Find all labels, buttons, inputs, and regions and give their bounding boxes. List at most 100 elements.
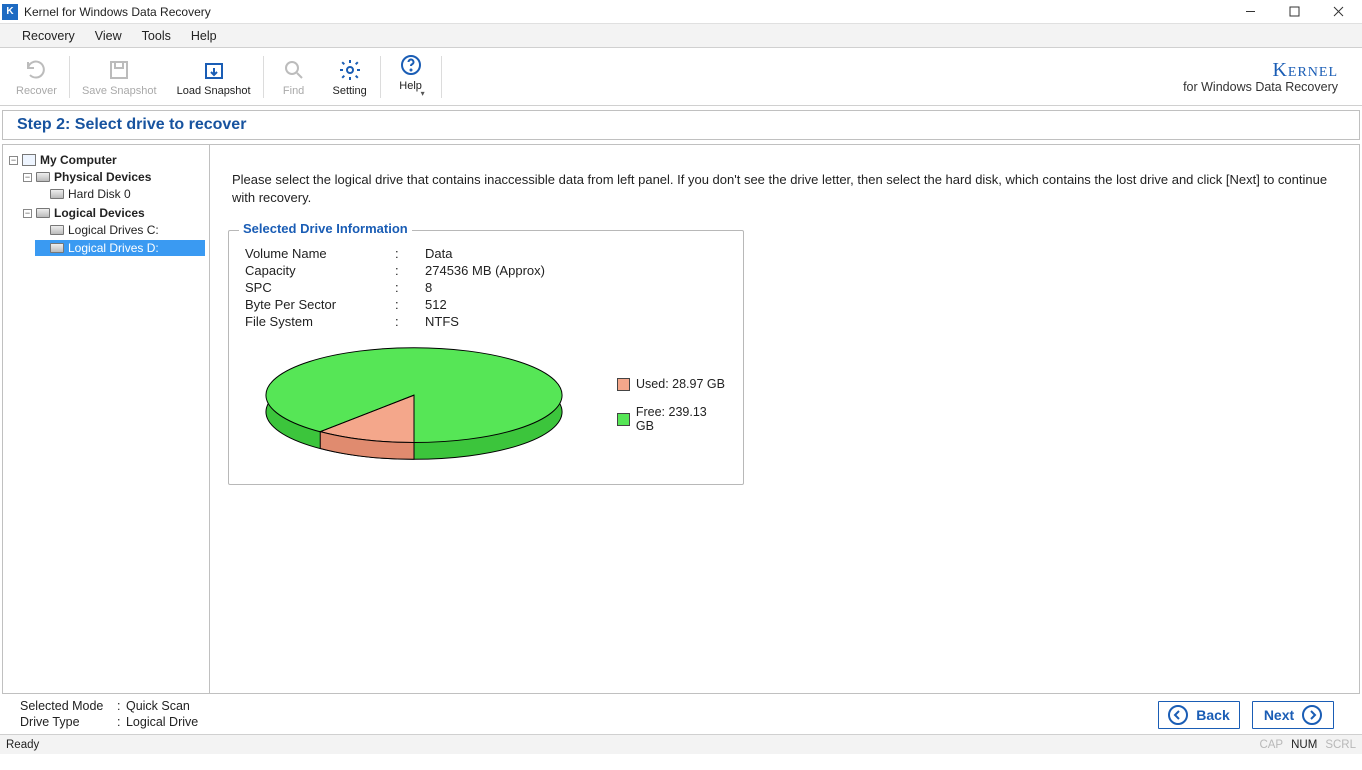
tree-logical-devices[interactable]: − Logical Devices <box>21 205 205 221</box>
recover-button: Recover <box>6 50 67 104</box>
drive-type-label: Drive Type <box>20 715 115 731</box>
legend-swatch-used <box>617 378 630 391</box>
collapse-icon[interactable]: − <box>9 156 18 165</box>
drive-icon <box>36 172 50 182</box>
info-row: SPC:8 <box>245 279 727 296</box>
tree-my-computer[interactable]: − My Computer <box>7 152 205 168</box>
info-value: Data <box>425 246 452 261</box>
arrow-left-icon <box>1168 705 1188 725</box>
pie-chart <box>261 340 567 470</box>
brand-name: Kernel <box>1183 59 1338 81</box>
gear-icon <box>337 57 363 83</box>
info-key: Byte Per Sector <box>245 297 395 312</box>
tree-item-label: Logical Drives C: <box>68 223 159 237</box>
next-button[interactable]: Next <box>1252 701 1334 729</box>
load-snapshot-button[interactable]: Load Snapshot <box>167 50 261 104</box>
info-row: File System:NTFS <box>245 313 727 330</box>
drive-icon <box>50 243 64 253</box>
legend-swatch-free <box>617 413 630 426</box>
menu-tools[interactable]: Tools <box>132 29 181 43</box>
computer-icon <box>22 154 36 166</box>
menu-recovery[interactable]: Recovery <box>12 29 85 43</box>
find-label: Find <box>283 85 304 97</box>
main-area: − My Computer − Physical Devices <box>2 144 1360 694</box>
step-title: Step 2: Select drive to recover <box>17 116 246 134</box>
info-key: File System <box>245 314 395 329</box>
pie-chart-area: Used: 28.97 GB Free: 239.13 GB <box>245 340 727 470</box>
search-icon <box>281 57 307 83</box>
tree-physical-label: Physical Devices <box>54 170 151 184</box>
chevron-down-icon[interactable]: ▾ <box>421 89 425 98</box>
help-button[interactable]: Help ▾ <box>383 50 439 104</box>
back-button[interactable]: Back <box>1158 701 1240 729</box>
mode-value: Quick Scan <box>126 699 190 713</box>
status-scrl: SCRL <box>1325 739 1356 751</box>
setting-label: Setting <box>332 85 366 97</box>
legend-free-label: Free: 239.13 GB <box>636 405 727 433</box>
legend-free: Free: 239.13 GB <box>617 405 727 433</box>
setting-button[interactable]: Setting <box>322 50 378 104</box>
help-icon <box>398 52 424 78</box>
save-icon <box>106 57 132 83</box>
info-row: Byte Per Sector:512 <box>245 296 727 313</box>
collapse-icon[interactable]: − <box>23 173 32 182</box>
maximize-button[interactable] <box>1272 0 1316 24</box>
legend-used: Used: 28.97 GB <box>617 377 727 391</box>
arrow-right-icon <box>1302 705 1322 725</box>
title-bar: K Kernel for Windows Data Recovery <box>0 0 1362 24</box>
menu-view[interactable]: View <box>85 29 132 43</box>
brand-subtitle: for Windows Data Recovery <box>1183 81 1338 95</box>
tree-root-label: My Computer <box>40 153 117 167</box>
next-label: Next <box>1264 707 1294 723</box>
tree-logical-d[interactable]: Logical Drives D: <box>35 240 205 256</box>
tree-physical-devices[interactable]: − Physical Devices <box>21 169 205 185</box>
status-bar: Ready CAP NUM SCRL <box>0 734 1362 754</box>
close-button[interactable] <box>1316 0 1360 24</box>
group-legend: Selected Drive Information <box>239 221 412 236</box>
undo-icon <box>23 57 49 83</box>
drive-info-group: Selected Drive Information Volume Name:D… <box>228 230 744 485</box>
mode-label: Selected Mode <box>20 699 115 715</box>
summary-bar: Selected Mode: Quick Scan Drive Type: Lo… <box>0 694 1362 734</box>
step-header: Step 2: Select drive to recover <box>2 110 1360 140</box>
tree-logical-label: Logical Devices <box>54 206 145 220</box>
tree-logical-c[interactable]: Logical Drives C: <box>35 222 205 238</box>
info-value: NTFS <box>425 314 459 329</box>
minimize-button[interactable] <box>1228 0 1272 24</box>
status-ready: Ready <box>6 739 39 751</box>
window-title: Kernel for Windows Data Recovery <box>24 5 211 19</box>
info-row: Capacity:274536 MB (Approx) <box>245 262 727 279</box>
info-key: Capacity <box>245 263 395 278</box>
tree-hard-disk-0[interactable]: Hard Disk 0 <box>35 186 205 202</box>
save-snapshot-label: Save Snapshot <box>82 85 157 97</box>
toolbar: Recover Save Snapshot Load Snapshot Find… <box>0 48 1362 106</box>
recover-label: Recover <box>16 85 57 97</box>
brand: Kernel for Windows Data Recovery <box>1183 59 1356 95</box>
drive-icon <box>50 225 64 235</box>
drive-tree[interactable]: − My Computer − Physical Devices <box>2 144 210 694</box>
info-value: 274536 MB (Approx) <box>425 263 545 278</box>
help-label: Help <box>399 80 422 92</box>
legend-used-label: Used: 28.97 GB <box>636 377 725 391</box>
load-icon <box>201 57 227 83</box>
save-snapshot-button: Save Snapshot <box>72 50 167 104</box>
status-num: NUM <box>1291 739 1317 751</box>
status-cap: CAP <box>1259 739 1283 751</box>
menu-bar: Recovery View Tools Help <box>0 24 1362 48</box>
menu-help[interactable]: Help <box>181 29 227 43</box>
info-value: 512 <box>425 297 447 312</box>
drive-type-value: Logical Drive <box>126 715 198 729</box>
collapse-icon[interactable]: − <box>23 209 32 218</box>
pie-legend: Used: 28.97 GB Free: 239.13 GB <box>617 363 727 447</box>
tree-item-label: Logical Drives D: <box>68 241 159 255</box>
info-value: 8 <box>425 280 432 295</box>
load-snapshot-label: Load Snapshot <box>177 85 251 97</box>
app-icon: K <box>2 4 18 20</box>
info-row: Volume Name:Data <box>245 245 727 262</box>
instruction-text: Please select the logical drive that con… <box>228 167 1341 224</box>
back-label: Back <box>1196 707 1229 723</box>
find-button: Find <box>266 50 322 104</box>
info-key: Volume Name <box>245 246 395 261</box>
tree-item-label: Hard Disk 0 <box>68 187 131 201</box>
content-panel: Please select the logical drive that con… <box>210 144 1360 694</box>
